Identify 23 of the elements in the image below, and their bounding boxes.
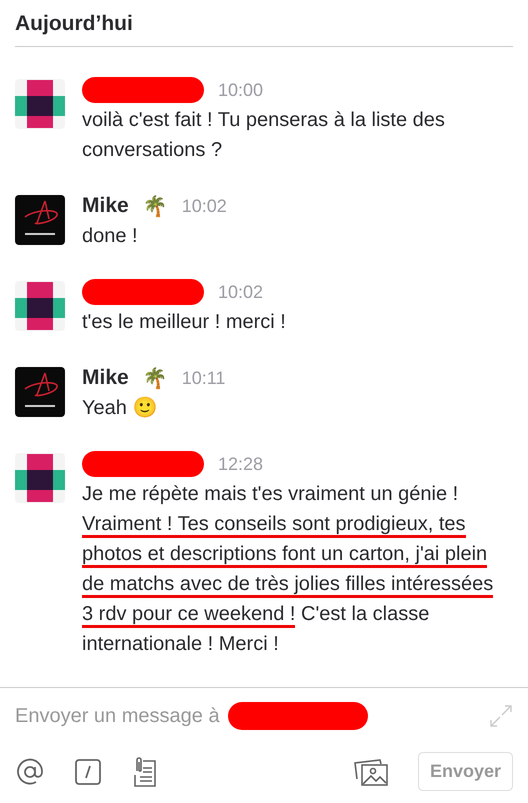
timestamp: 10:02 bbox=[182, 196, 227, 216]
slash-command-icon[interactable] bbox=[75, 758, 101, 784]
logo-icon bbox=[15, 195, 65, 245]
timestamp: 10:00 bbox=[218, 80, 264, 100]
mention-icon[interactable] bbox=[15, 756, 45, 786]
avatar-icon bbox=[15, 281, 65, 331]
day-heading: Aujourd’hui bbox=[14, 11, 134, 37]
message-text: done ! bbox=[82, 224, 139, 249]
timestamp: 12:28 bbox=[218, 454, 264, 474]
avatar-icon bbox=[15, 453, 65, 503]
image-icon[interactable] bbox=[354, 756, 388, 786]
timestamp: 10:11 bbox=[182, 368, 226, 388]
message-text: voilà c'est fait ! Tu penseras à la liste des conversations ? bbox=[82, 108, 446, 163]
status-emoji: 🌴 bbox=[142, 366, 168, 390]
logo-icon bbox=[15, 367, 65, 417]
status-emoji: 🌴 bbox=[142, 194, 168, 218]
author-name[interactable]: Mike bbox=[82, 366, 129, 390]
attachment-icon[interactable] bbox=[131, 756, 157, 786]
message-text: t'es le meilleur ! merci ! bbox=[82, 310, 287, 335]
timestamp: 10:02 bbox=[218, 282, 264, 302]
author-name[interactable]: Mike bbox=[82, 194, 129, 218]
avatar-icon bbox=[15, 79, 65, 129]
message-text: Yeah 🙂 bbox=[82, 396, 158, 421]
